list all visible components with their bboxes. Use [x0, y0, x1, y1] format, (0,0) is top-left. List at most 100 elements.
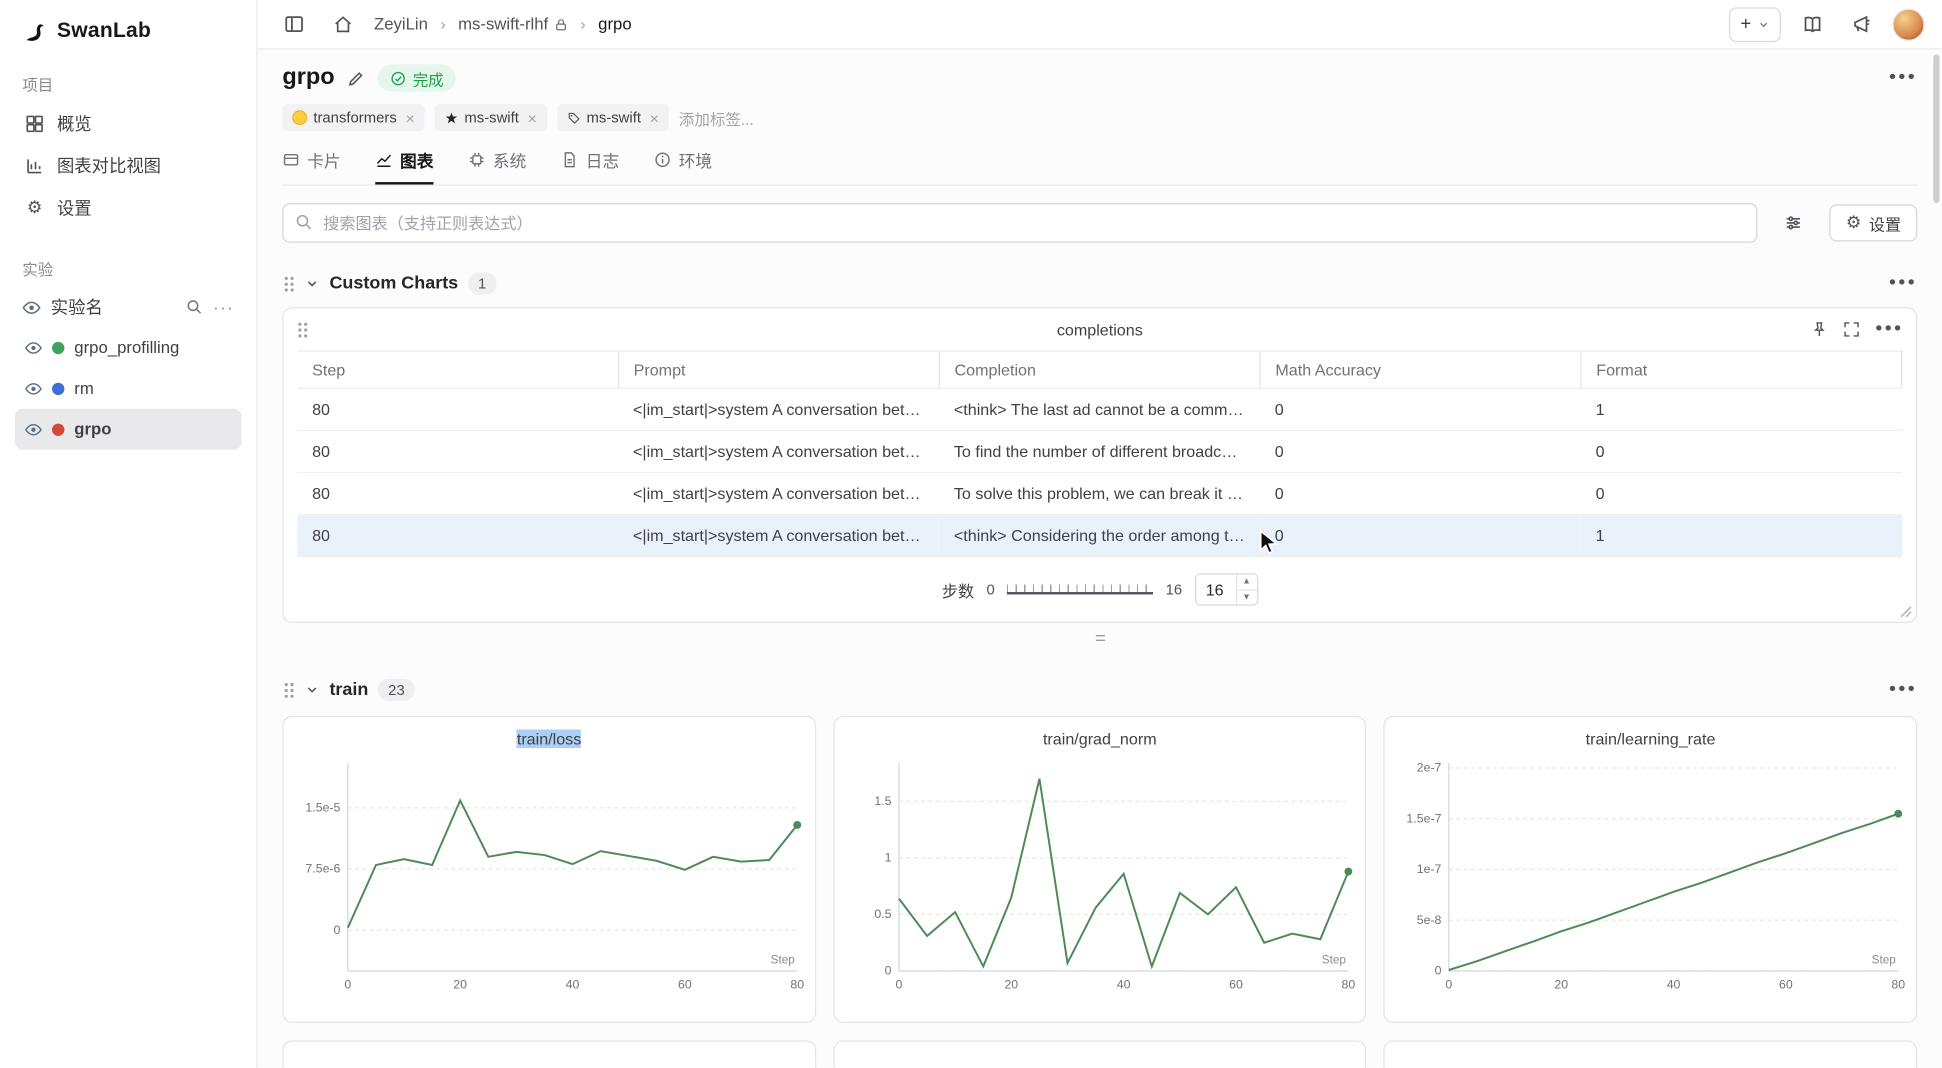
pin-icon[interactable]	[1811, 321, 1828, 338]
add-tag-button[interactable]: 添加标签...	[679, 106, 754, 130]
step-increment-button[interactable]: ▲	[1237, 575, 1257, 590]
eye-icon[interactable]	[25, 420, 42, 437]
breadcrumb-project[interactable]: ms-swift-rlhf	[458, 15, 568, 34]
tab-cards[interactable]: 卡片	[282, 147, 340, 184]
table-cell: <|im_start|>system A conversation betwe.…	[618, 472, 939, 514]
tab-logs[interactable]: 日志	[561, 147, 619, 184]
app-logo[interactable]: SwanLab	[15, 17, 242, 44]
train-grad-norm-chart: 00.511.5020406080Step	[834, 753, 1365, 1006]
table-cell: <|im_start|>system A conversation betwe.…	[618, 515, 939, 557]
drag-handle-icon[interactable]	[296, 320, 308, 339]
sidebar-item-settings[interactable]: ⚙ 设置	[15, 187, 242, 229]
train-loss-chart: 07.5e-61.5e-5020406080Step	[284, 753, 815, 1006]
table-row[interactable]: 80 <|im_start|>system A conversation bet…	[297, 515, 1901, 557]
step-slider[interactable]	[1007, 585, 1153, 595]
vertical-scrollbar[interactable]	[1933, 54, 1939, 203]
section-resize-handle[interactable]: =	[282, 628, 1917, 649]
sidebar-item-overview[interactable]: 概览	[15, 103, 242, 145]
status-badge: 完成	[378, 64, 456, 91]
feedback-button[interactable]	[1843, 7, 1880, 42]
experiment-filter-label: 实验名	[51, 295, 103, 320]
remove-tag-icon[interactable]: ×	[528, 108, 537, 127]
svg-text:Step: Step	[1321, 954, 1346, 967]
section-more-options-button[interactable]: •••	[1889, 679, 1917, 701]
breadcrumb-run[interactable]: grpo	[598, 15, 631, 34]
search-icon[interactable]	[186, 298, 203, 315]
experiment-item-grpo-profilling[interactable]: grpo_profilling	[15, 327, 242, 368]
chart-settings-button[interactable]: ⚙ 设置	[1830, 204, 1917, 241]
fullscreen-icon[interactable]	[1843, 321, 1860, 338]
experiment-item-rm[interactable]: rm	[15, 368, 242, 409]
tab-charts[interactable]: 图表	[375, 147, 433, 184]
chevron-down-icon[interactable]	[305, 276, 320, 291]
app-name: SwanLab	[57, 19, 151, 44]
table-cell: 80	[297, 388, 618, 430]
slider-max-label: 16	[1166, 581, 1183, 598]
line-chart-icon	[375, 151, 392, 168]
step-decrement-button[interactable]: ▼	[1237, 590, 1257, 605]
svg-text:80: 80	[1341, 977, 1355, 991]
home-button[interactable]	[324, 7, 361, 42]
completions-table: Step Prompt Completion Math Accuracy For…	[297, 350, 1902, 557]
run-title: grpo	[282, 64, 334, 91]
eye-icon[interactable]	[22, 298, 41, 317]
sidebar-toggle-button[interactable]	[275, 7, 312, 42]
chart-card-train-loss[interactable]: train/loss 07.5e-61.5e-5020406080Step	[282, 716, 815, 1023]
sidebar-item-chart-compare[interactable]: 图表对比视图	[15, 145, 242, 187]
chevron-down-icon[interactable]	[305, 682, 320, 697]
chart-card-partial[interactable]	[833, 1040, 1366, 1067]
chart-card-train-learning-rate[interactable]: train/learning_rate 05e-81e-71.5e-72e-70…	[1384, 716, 1917, 1023]
breadcrumb-user[interactable]: ZeyiLin	[374, 15, 428, 34]
table-row[interactable]: 80 <|im_start|>system A conversation bet…	[297, 388, 1901, 430]
home-icon	[333, 14, 353, 34]
tab-label: 图表	[400, 147, 433, 172]
table-row[interactable]: 80 <|im_start|>system A conversation bet…	[297, 472, 1901, 514]
svg-text:0: 0	[344, 977, 351, 991]
tag-label: transformers	[313, 109, 396, 126]
chart-card-train-grad-norm[interactable]: train/grad_norm 00.511.5020406080Step	[833, 716, 1366, 1023]
resize-corner-handle[interactable]	[1900, 606, 1912, 618]
experiment-color-dot	[52, 423, 64, 435]
column-header: Completion	[939, 351, 1260, 388]
train-section-header: train 23 •••	[282, 674, 1917, 706]
tab-label: 系统	[493, 147, 526, 172]
edit-pencil-icon[interactable]	[347, 69, 366, 88]
drag-handle-icon[interactable]	[282, 681, 294, 700]
layout-adjust-button[interactable]	[1775, 206, 1812, 241]
chart-card-partial[interactable]	[282, 1040, 815, 1067]
new-project-button[interactable]: +	[1729, 7, 1781, 42]
sidebar-item-label: 设置	[57, 196, 92, 221]
svg-text:0: 0	[895, 977, 902, 991]
info-circle-icon	[654, 151, 671, 168]
chart-search-input[interactable]	[282, 203, 1758, 243]
section-more-options-button[interactable]: •••	[1889, 272, 1917, 294]
remove-tag-icon[interactable]: ×	[650, 108, 659, 127]
more-options-icon[interactable]: ···	[213, 297, 234, 317]
user-avatar[interactable]	[1892, 8, 1924, 40]
column-header: Format	[1581, 351, 1902, 388]
experiment-color-dot	[52, 382, 64, 394]
tab-system[interactable]: 系统	[468, 147, 526, 184]
swanlab-logo-icon	[20, 17, 47, 44]
step-number-input[interactable]	[1196, 575, 1236, 605]
experiment-name: rm	[74, 379, 94, 398]
run-more-options-button[interactable]: •••	[1889, 67, 1917, 89]
section-count-badge: 1	[468, 272, 496, 294]
panel-more-options-button[interactable]: •••	[1875, 318, 1903, 340]
docs-button[interactable]	[1793, 7, 1830, 42]
eye-icon[interactable]	[25, 339, 42, 356]
table-row[interactable]: 80 <|im_start|>system A conversation bet…	[297, 430, 1901, 472]
chart-card-partial[interactable]	[1384, 1040, 1917, 1067]
remove-tag-icon[interactable]: ×	[405, 108, 414, 127]
eye-icon[interactable]	[25, 380, 42, 397]
sidebar-toggle-icon	[283, 14, 304, 35]
breadcrumb-separator: ›	[580, 15, 585, 34]
experiment-item-grpo[interactable]: grpo	[15, 409, 242, 450]
tab-environment[interactable]: 环境	[654, 147, 712, 184]
overview-icon	[25, 114, 45, 134]
settings-button-label: 设置	[1869, 211, 1901, 235]
drag-handle-icon[interactable]	[282, 274, 294, 293]
tab-label: 卡片	[307, 147, 340, 172]
status-label: 完成	[413, 66, 444, 90]
chart-title: train/grad_norm	[834, 729, 1365, 748]
